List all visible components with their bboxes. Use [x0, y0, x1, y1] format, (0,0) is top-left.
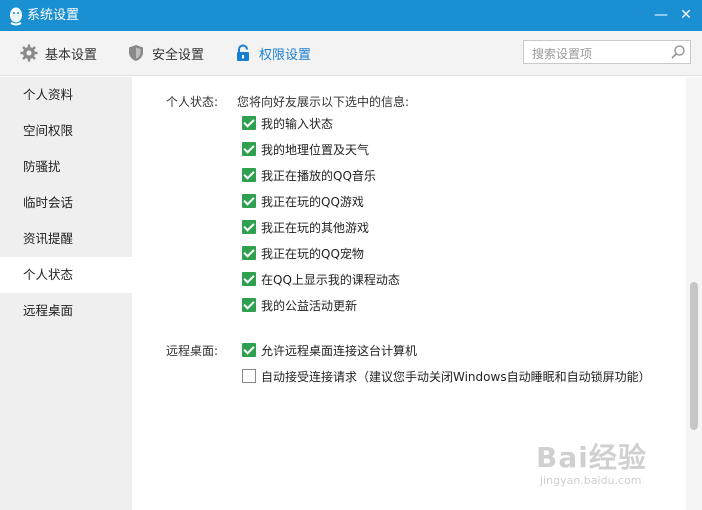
tab-permission-settings-label: 权限设置 [259, 47, 312, 63]
close-button[interactable]: ✕ [676, 5, 696, 25]
tab-security-settings-label: 安全设置 [152, 47, 205, 63]
minimize-button[interactable]: — [651, 5, 671, 25]
checkbox-label: 我的输入状态 [261, 116, 334, 131]
watermark-url-text: jingyan.baidu.com [540, 474, 642, 487]
checkbox-auto-accept-connection[interactable]: 自动接受连接请求（建议您手动关闭Windows自动睡眠和自动锁屏功能） [242, 368, 651, 384]
qq-penguin-icon [10, 7, 22, 26]
checkbox-label: 我正在玩的QQ游戏 [261, 194, 364, 209]
checkbox-label: 我的公益活动更新 [261, 298, 358, 313]
watermark-main-text: Bai经验 [536, 441, 647, 474]
checkbox-checked-icon[interactable] [242, 343, 256, 357]
remote-desktop-section-label: 远程桌面: [166, 344, 219, 358]
checkbox-checked-icon[interactable] [242, 298, 256, 312]
search-icon[interactable] [670, 44, 686, 60]
checkbox-label: 我的地理位置及天气 [261, 142, 370, 157]
window-title: 系统设置 [27, 8, 80, 23]
checkbox-charity-updates[interactable]: 我的公益活动更新 [242, 297, 357, 313]
checkbox-checked-icon[interactable] [242, 116, 256, 130]
checkbox-location-weather[interactable]: 我的地理位置及天气 [242, 141, 369, 157]
checkbox-checked-icon[interactable] [242, 220, 256, 234]
checkbox-typing-status[interactable]: 我的输入状态 [242, 115, 333, 131]
checkbox-course-activity[interactable]: 在QQ上显示我的课程动态 [242, 271, 400, 287]
checkbox-checked-icon[interactable] [242, 142, 256, 156]
title-bar: 系统设置 — ✕ [0, 0, 702, 31]
settings-sidebar: 个人资料 空间权限 防骚扰 临时会话 资讯提醒 个人状态 远程桌面 [0, 77, 132, 510]
checkbox-unchecked-icon[interactable] [242, 369, 256, 383]
content-scrollbar-thumb[interactable] [690, 282, 698, 430]
settings-search-input[interactable]: 搜索设置项 [523, 40, 691, 64]
tab-security-settings[interactable]: 安全设置 [127, 42, 204, 64]
checkbox-label: 自动接受连接请求（建议您手动关闭Windows自动睡眠和自动锁屏功能） [261, 369, 651, 384]
checkbox-label: 我正在玩的QQ宠物 [261, 246, 364, 261]
sidebar-item-news-alerts[interactable]: 资讯提醒 [0, 221, 132, 257]
checkbox-label: 允许远程桌面连接这台计算机 [261, 343, 418, 358]
personal-status-section-label: 个人状态: [166, 95, 219, 109]
sidebar-item-space-permission[interactable]: 空间权限 [0, 113, 132, 149]
checkbox-allow-remote-desktop[interactable]: 允许远程桌面连接这台计算机 [242, 342, 417, 358]
checkbox-qq-pet[interactable]: 我正在玩的QQ宠物 [242, 245, 364, 261]
search-placeholder: 搜索设置项 [532, 47, 593, 61]
gear-icon [20, 44, 38, 62]
personal-status-intro: 您将向好友展示以下选中的信息: [237, 95, 410, 109]
checkbox-checked-icon[interactable] [242, 246, 256, 260]
checkbox-other-games[interactable]: 我正在玩的其他游戏 [242, 219, 369, 235]
checkbox-checked-icon[interactable] [242, 272, 256, 286]
shield-icon [129, 45, 143, 61]
sidebar-item-personal-info[interactable]: 个人资料 [0, 77, 132, 113]
baidu-jingyan-watermark: Bai经验 jingyan.baidu.com [536, 436, 647, 487]
lock-icon [237, 44, 249, 61]
checkbox-label: 在QQ上显示我的课程动态 [261, 272, 400, 287]
checkbox-qq-music[interactable]: 我正在播放的QQ音乐 [242, 167, 376, 183]
checkbox-checked-icon[interactable] [242, 194, 256, 208]
tab-basic-settings[interactable]: 基本设置 [20, 42, 97, 64]
sidebar-item-anti-harassment[interactable]: 防骚扰 [0, 149, 132, 185]
sidebar-item-personal-status[interactable]: 个人状态 [0, 257, 132, 293]
checkbox-label: 我正在玩的其他游戏 [261, 220, 370, 235]
tab-basic-settings-label: 基本设置 [45, 47, 98, 63]
checkbox-qq-game[interactable]: 我正在玩的QQ游戏 [242, 193, 364, 209]
checkbox-checked-icon[interactable] [242, 168, 256, 182]
tab-permission-settings[interactable]: 权限设置 [234, 42, 311, 64]
sidebar-item-remote-desktop[interactable]: 远程桌面 [0, 293, 132, 329]
sidebar-item-temp-session[interactable]: 临时会话 [0, 185, 132, 221]
checkbox-label: 我正在播放的QQ音乐 [261, 168, 376, 183]
